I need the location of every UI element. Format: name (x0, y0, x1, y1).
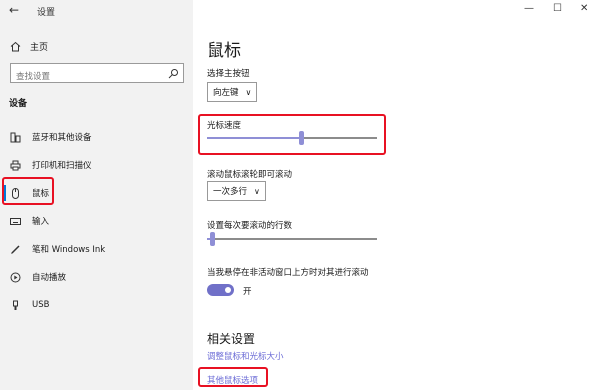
sidebar-item-label: 自动播放 (32, 273, 67, 283)
main-panel: 鼠标 选择主按钮 向左键 ∨ 光标速度 滚动鼠标滚轮即可滚动 一次多行 ∨ 设置… (193, 0, 600, 390)
primary-button-label: 选择主按钮 (207, 69, 250, 79)
section-title: 设备 (9, 99, 28, 109)
search-icon[interactable] (167, 67, 179, 79)
sidebar-item-label: 打印机和扫描仪 (32, 161, 92, 171)
sidebar-item-label: 蓝牙和其他设备 (32, 133, 92, 143)
search-input[interactable] (11, 68, 161, 86)
sidebar-item-home[interactable]: 主页 (9, 38, 189, 54)
sidebar-nav: 蓝牙和其他设备 打印机和扫描仪 鼠标 输入 笔和 Windows Ink 自动播… (0, 123, 193, 319)
printer-icon (9, 159, 21, 171)
sidebar-item-label: 笔和 Windows Ink (32, 245, 106, 255)
wheel-scroll-value: 一次多行 (213, 187, 248, 197)
lines-per-scroll-slider[interactable] (207, 232, 377, 246)
sidebar-item-typing[interactable]: 输入 (0, 207, 193, 235)
sidebar-item-pen[interactable]: 笔和 Windows Ink (0, 235, 193, 263)
title-bar: ← 设置 (0, 0, 193, 22)
primary-button-dropdown[interactable]: 向左键 ∨ (207, 82, 258, 102)
inactive-scroll-label: 当我悬停在非活动窗口上方时对其进行滚动 (207, 268, 369, 278)
slider-thumb[interactable] (210, 232, 216, 246)
home-label: 主页 (30, 42, 49, 53)
related-settings-title: 相关设置 (207, 332, 256, 346)
sidebar-item-printers[interactable]: 打印机和扫描仪 (0, 151, 193, 179)
lines-per-scroll-label: 设置每次要滚动的行数 (207, 221, 293, 231)
wheel-scroll-label: 滚动鼠标滚轮即可滚动 (207, 170, 293, 180)
autoplay-icon (9, 271, 21, 283)
page-title: 鼠标 (207, 41, 241, 61)
app-title: 设置 (37, 8, 56, 18)
usb-icon (9, 299, 21, 311)
sidebar-item-label: USB (32, 300, 50, 310)
link-adjust-mouse-cursor-size[interactable]: 调整鼠标和光标大小 (207, 350, 284, 362)
back-arrow-icon[interactable]: ← (9, 3, 19, 17)
home-icon (9, 40, 21, 52)
sidebar-item-bluetooth[interactable]: 蓝牙和其他设备 (0, 123, 193, 151)
toggle-knob (225, 287, 231, 293)
chevron-down-icon: ∨ (254, 186, 260, 196)
sidebar-item-autoplay[interactable]: 自动播放 (0, 263, 193, 291)
highlight-box-cursor-speed (198, 114, 386, 155)
inactive-scroll-toggle[interactable] (207, 284, 234, 296)
pen-icon (9, 243, 21, 255)
wheel-scroll-dropdown[interactable]: 一次多行 ∨ (207, 181, 266, 201)
chevron-down-icon: ∨ (245, 87, 252, 97)
primary-button-value: 向左键 (213, 88, 239, 98)
slider-track (207, 238, 377, 240)
highlight-box-mouse (2, 177, 54, 205)
sidebar-item-label: 输入 (32, 217, 50, 227)
highlight-box-other-mouse-options (198, 367, 268, 387)
bluetooth-devices-icon (9, 131, 21, 143)
inactive-scroll-state: 开 (243, 287, 252, 297)
keyboard-icon (9, 215, 21, 227)
sidebar-item-usb[interactable]: USB (0, 291, 193, 319)
search-box[interactable] (10, 63, 184, 86)
